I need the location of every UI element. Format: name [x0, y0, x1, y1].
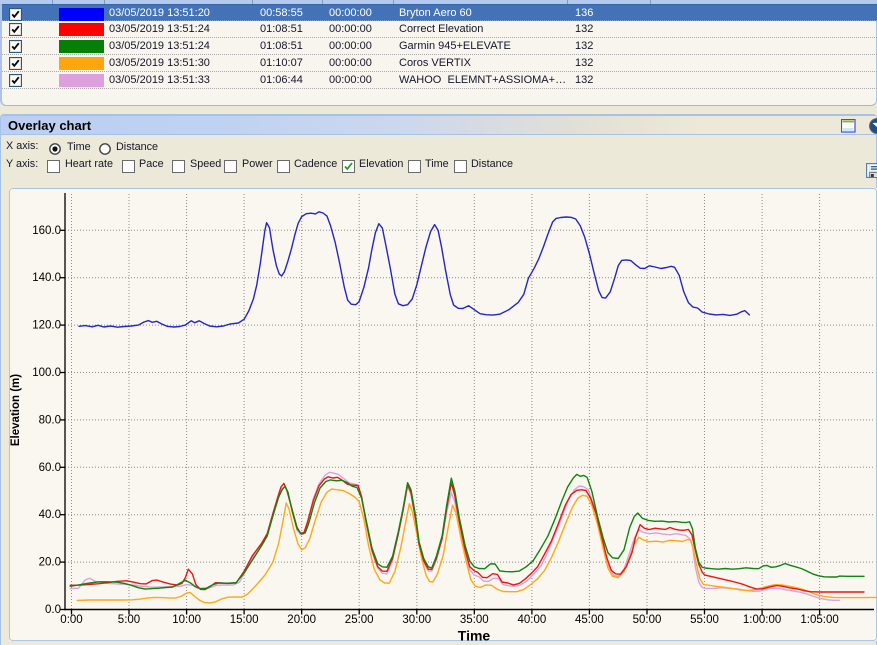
svg-text:30:00: 30:00 — [402, 614, 431, 626]
svg-text:1:00:00: 1:00:00 — [743, 614, 781, 626]
svg-text:50:00: 50:00 — [633, 614, 662, 626]
svg-text:40.0: 40.0 — [39, 509, 61, 521]
svg-text:45:00: 45:00 — [575, 614, 604, 626]
svg-text:1:05:00: 1:05:00 — [800, 614, 838, 626]
svg-text:25:00: 25:00 — [345, 614, 374, 626]
svg-text:20.0: 20.0 — [39, 557, 61, 569]
svg-text:20:00: 20:00 — [287, 614, 316, 626]
svg-text:60.0: 60.0 — [39, 462, 61, 474]
svg-text:140.0: 140.0 — [32, 272, 61, 284]
svg-text:5:00: 5:00 — [118, 614, 140, 626]
svg-text:100.0: 100.0 — [32, 367, 61, 379]
svg-text:0.0: 0.0 — [45, 604, 61, 616]
svg-text:160.0: 160.0 — [32, 225, 61, 237]
svg-text:15:00: 15:00 — [230, 614, 259, 626]
svg-text:35:00: 35:00 — [460, 614, 489, 626]
svg-text:10:00: 10:00 — [172, 614, 201, 626]
svg-text:40:00: 40:00 — [518, 614, 547, 626]
svg-text:0:00: 0:00 — [60, 614, 82, 626]
svg-text:Time: Time — [458, 628, 491, 642]
svg-text:55:00: 55:00 — [690, 614, 719, 626]
svg-text:120.0: 120.0 — [32, 320, 61, 332]
svg-text:Elevation (m): Elevation (m) — [10, 374, 22, 446]
svg-text:80.0: 80.0 — [39, 414, 61, 426]
